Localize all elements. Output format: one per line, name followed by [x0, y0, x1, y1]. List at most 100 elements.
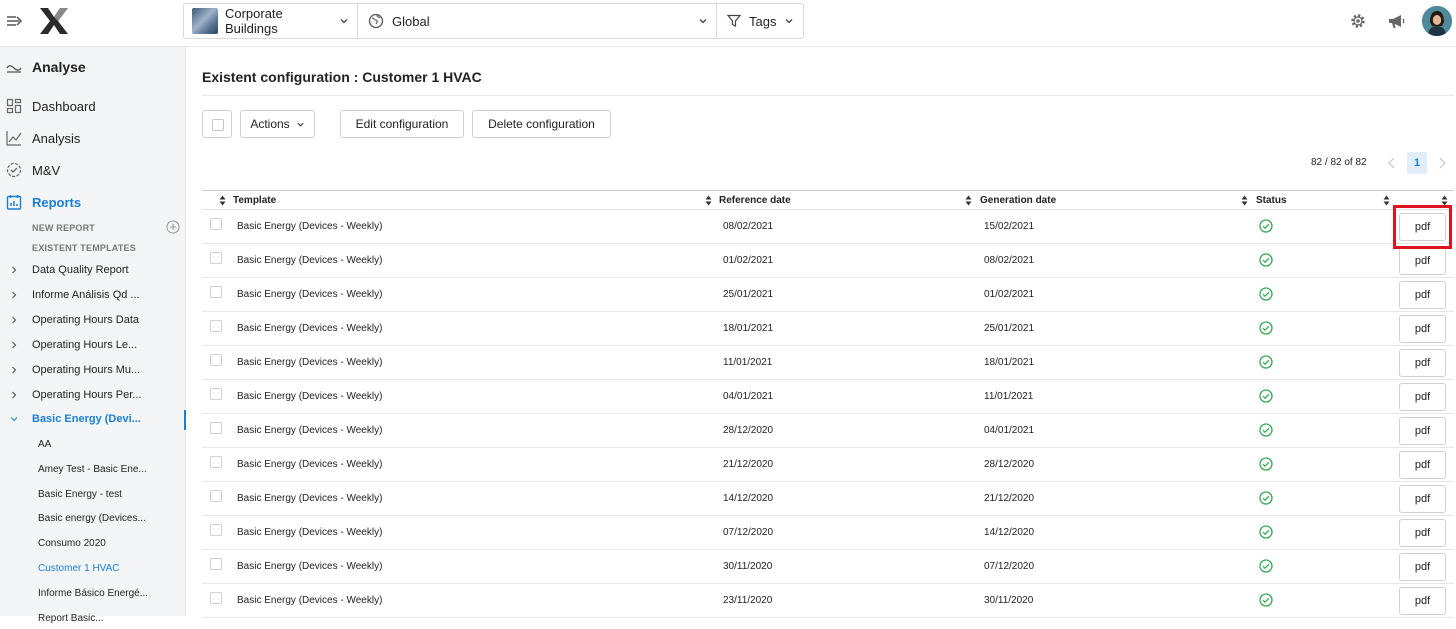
- wave-icon: [6, 65, 22, 73]
- status-ok-icon: [1259, 219, 1273, 233]
- sidebar-configuration-item[interactable]: Report Basic...: [0, 609, 186, 629]
- chevron-left-icon[interactable]: [1387, 157, 1397, 169]
- sidebar-configuration-item-current[interactable]: Customer 1 HVAC: [0, 559, 186, 579]
- status-ok-icon: [1259, 389, 1273, 403]
- download-pdf-button[interactable]: pdf: [1399, 417, 1446, 445]
- row-checkbox[interactable]: [210, 218, 222, 230]
- sidebar-configuration-item[interactable]: Amey Test - Basic Ene...: [0, 460, 186, 480]
- download-pdf-button[interactable]: pdf: [1399, 451, 1446, 479]
- new-report-link[interactable]: NEW REPORT: [32, 223, 95, 233]
- row-checkbox[interactable]: [210, 286, 222, 298]
- row-checkbox[interactable]: [210, 558, 222, 570]
- sidebar-template-item[interactable]: Operating Hours Per...: [0, 386, 186, 406]
- download-pdf-button[interactable]: pdf: [1399, 349, 1446, 377]
- sidebar-configuration-item[interactable]: Basic energy (Devices...: [0, 509, 186, 529]
- sidebar-configuration-item[interactable]: Consumo 2020: [0, 534, 186, 554]
- sidebar-section-analyse[interactable]: Analyse: [0, 55, 186, 79]
- existent-templates-heading: EXISTENT TEMPLATES: [32, 243, 136, 253]
- sidebar-configuration-item[interactable]: AA: [0, 435, 186, 455]
- actions-dropdown[interactable]: Actions: [240, 110, 315, 138]
- sort-icon[interactable]: [1383, 195, 1390, 206]
- sort-icon[interactable]: [219, 195, 226, 206]
- delete-configuration-button[interactable]: Delete configuration: [472, 110, 611, 138]
- dashboard-icon: [6, 98, 22, 114]
- user-avatar-icon: [1422, 6, 1452, 36]
- table-row: Basic Energy (Devices - Weekly) 21/12/202…: [202, 448, 1454, 482]
- cell-generation-date: 07/12/2020: [984, 561, 1035, 572]
- column-header-status[interactable]: Status: [1256, 195, 1287, 206]
- gear-icon[interactable]: [1349, 12, 1367, 30]
- avatar[interactable]: [1422, 6, 1452, 36]
- sidebar-item-dashboard[interactable]: Dashboard: [0, 94, 186, 118]
- row-checkbox[interactable]: [210, 490, 222, 502]
- sidebar-item-label: Dashboard: [32, 98, 96, 114]
- select-all-checkbox[interactable]: [202, 110, 232, 138]
- add-icon[interactable]: [166, 220, 180, 234]
- chevron-right-icon: [12, 266, 17, 274]
- row-checkbox[interactable]: [210, 388, 222, 400]
- download-pdf-button[interactable]: pdf: [1399, 281, 1446, 309]
- status-ok-icon: [1259, 491, 1273, 505]
- cell-template: Basic Energy (Devices - Weekly): [237, 459, 383, 470]
- building-selector[interactable]: Corporate Buildings: [184, 4, 358, 38]
- status-ok-icon: [1259, 559, 1273, 573]
- pagination-info: 82 / 82 of 82: [1311, 157, 1367, 168]
- row-checkbox[interactable]: [210, 354, 222, 366]
- cell-template: Basic Energy (Devices - Weekly): [237, 527, 383, 538]
- sidebar-template-item[interactable]: Operating Hours Le...: [0, 336, 186, 356]
- sidebar-template-item-open[interactable]: Basic Energy (Devi...: [0, 410, 186, 430]
- scope-selector[interactable]: Global: [358, 4, 717, 38]
- template-label: Basic Energy (Devi...: [32, 413, 141, 425]
- app-logo[interactable]: [38, 6, 70, 36]
- status-ok-icon: [1259, 321, 1273, 335]
- sidebar-template-item[interactable]: Informe Análisis Qd ...: [0, 286, 186, 306]
- cell-reference-date: 14/12/2020: [723, 493, 774, 504]
- sidebar-configuration-item[interactable]: Informe Básico Energé...: [0, 584, 186, 604]
- column-header-template[interactable]: Template: [233, 195, 276, 206]
- page-button-current[interactable]: 1: [1407, 152, 1427, 174]
- cell-reference-date: 28/12/2020: [723, 425, 774, 436]
- sidebar-template-item[interactable]: Data Quality Report: [0, 261, 186, 281]
- row-checkbox[interactable]: [210, 524, 222, 536]
- download-pdf-button[interactable]: pdf: [1399, 383, 1446, 411]
- row-checkbox[interactable]: [210, 592, 222, 604]
- row-checkbox[interactable]: [210, 456, 222, 468]
- sort-icon[interactable]: [705, 195, 712, 206]
- chevron-right-icon: [12, 341, 17, 349]
- chevron-down-icon: [699, 19, 707, 24]
- download-pdf-button[interactable]: pdf: [1399, 519, 1446, 547]
- sort-icon[interactable]: [965, 195, 972, 206]
- configuration-label: Basic Energy - test: [38, 489, 122, 500]
- row-checkbox[interactable]: [210, 252, 222, 264]
- download-pdf-button[interactable]: pdf: [1399, 315, 1446, 343]
- edit-configuration-button[interactable]: Edit configuration: [340, 110, 464, 138]
- column-header-reference-date[interactable]: Reference date: [719, 195, 791, 206]
- download-pdf-button[interactable]: pdf: [1399, 247, 1446, 275]
- sidebar-item-label: M&V: [32, 162, 61, 178]
- sidebar-item-reports[interactable]: Reports: [0, 190, 186, 214]
- cell-reference-date: 25/01/2021: [723, 289, 774, 300]
- column-header-generation-date[interactable]: Generation date: [980, 195, 1056, 206]
- sidebar-template-item[interactable]: Operating Hours Data: [0, 311, 186, 331]
- row-checkbox[interactable]: [210, 320, 222, 332]
- status-ok-icon: [1259, 253, 1273, 267]
- sidebar-item-mv[interactable]: M&V: [0, 158, 186, 182]
- sidebar-configuration-item[interactable]: Basic Energy - test: [0, 485, 186, 505]
- cell-template: Basic Energy (Devices - Weekly): [237, 255, 383, 266]
- download-pdf-button[interactable]: pdf: [1399, 485, 1446, 513]
- sidebar: Analyse Dashboard Analysis M&V Reports N…: [0, 47, 186, 624]
- chevron-right-icon[interactable]: [1437, 157, 1447, 169]
- megaphone-icon[interactable]: [1387, 12, 1407, 30]
- sidebar-template-item[interactable]: Operating Hours Mu...: [0, 361, 186, 381]
- cell-template: Basic Energy (Devices - Weekly): [237, 595, 383, 606]
- chevron-right-icon: [12, 366, 17, 374]
- sidebar-item-analysis[interactable]: Analysis: [0, 126, 186, 150]
- sort-icon[interactable]: [1241, 195, 1248, 206]
- tags-filter[interactable]: Tags: [717, 4, 803, 38]
- expand-menu-icon[interactable]: [6, 12, 24, 30]
- cell-reference-date: 01/02/2021: [723, 255, 774, 266]
- download-pdf-button[interactable]: pdf: [1399, 587, 1446, 615]
- download-pdf-button[interactable]: pdf: [1399, 553, 1446, 581]
- configuration-label: Consumo 2020: [38, 538, 106, 549]
- row-checkbox[interactable]: [210, 422, 222, 434]
